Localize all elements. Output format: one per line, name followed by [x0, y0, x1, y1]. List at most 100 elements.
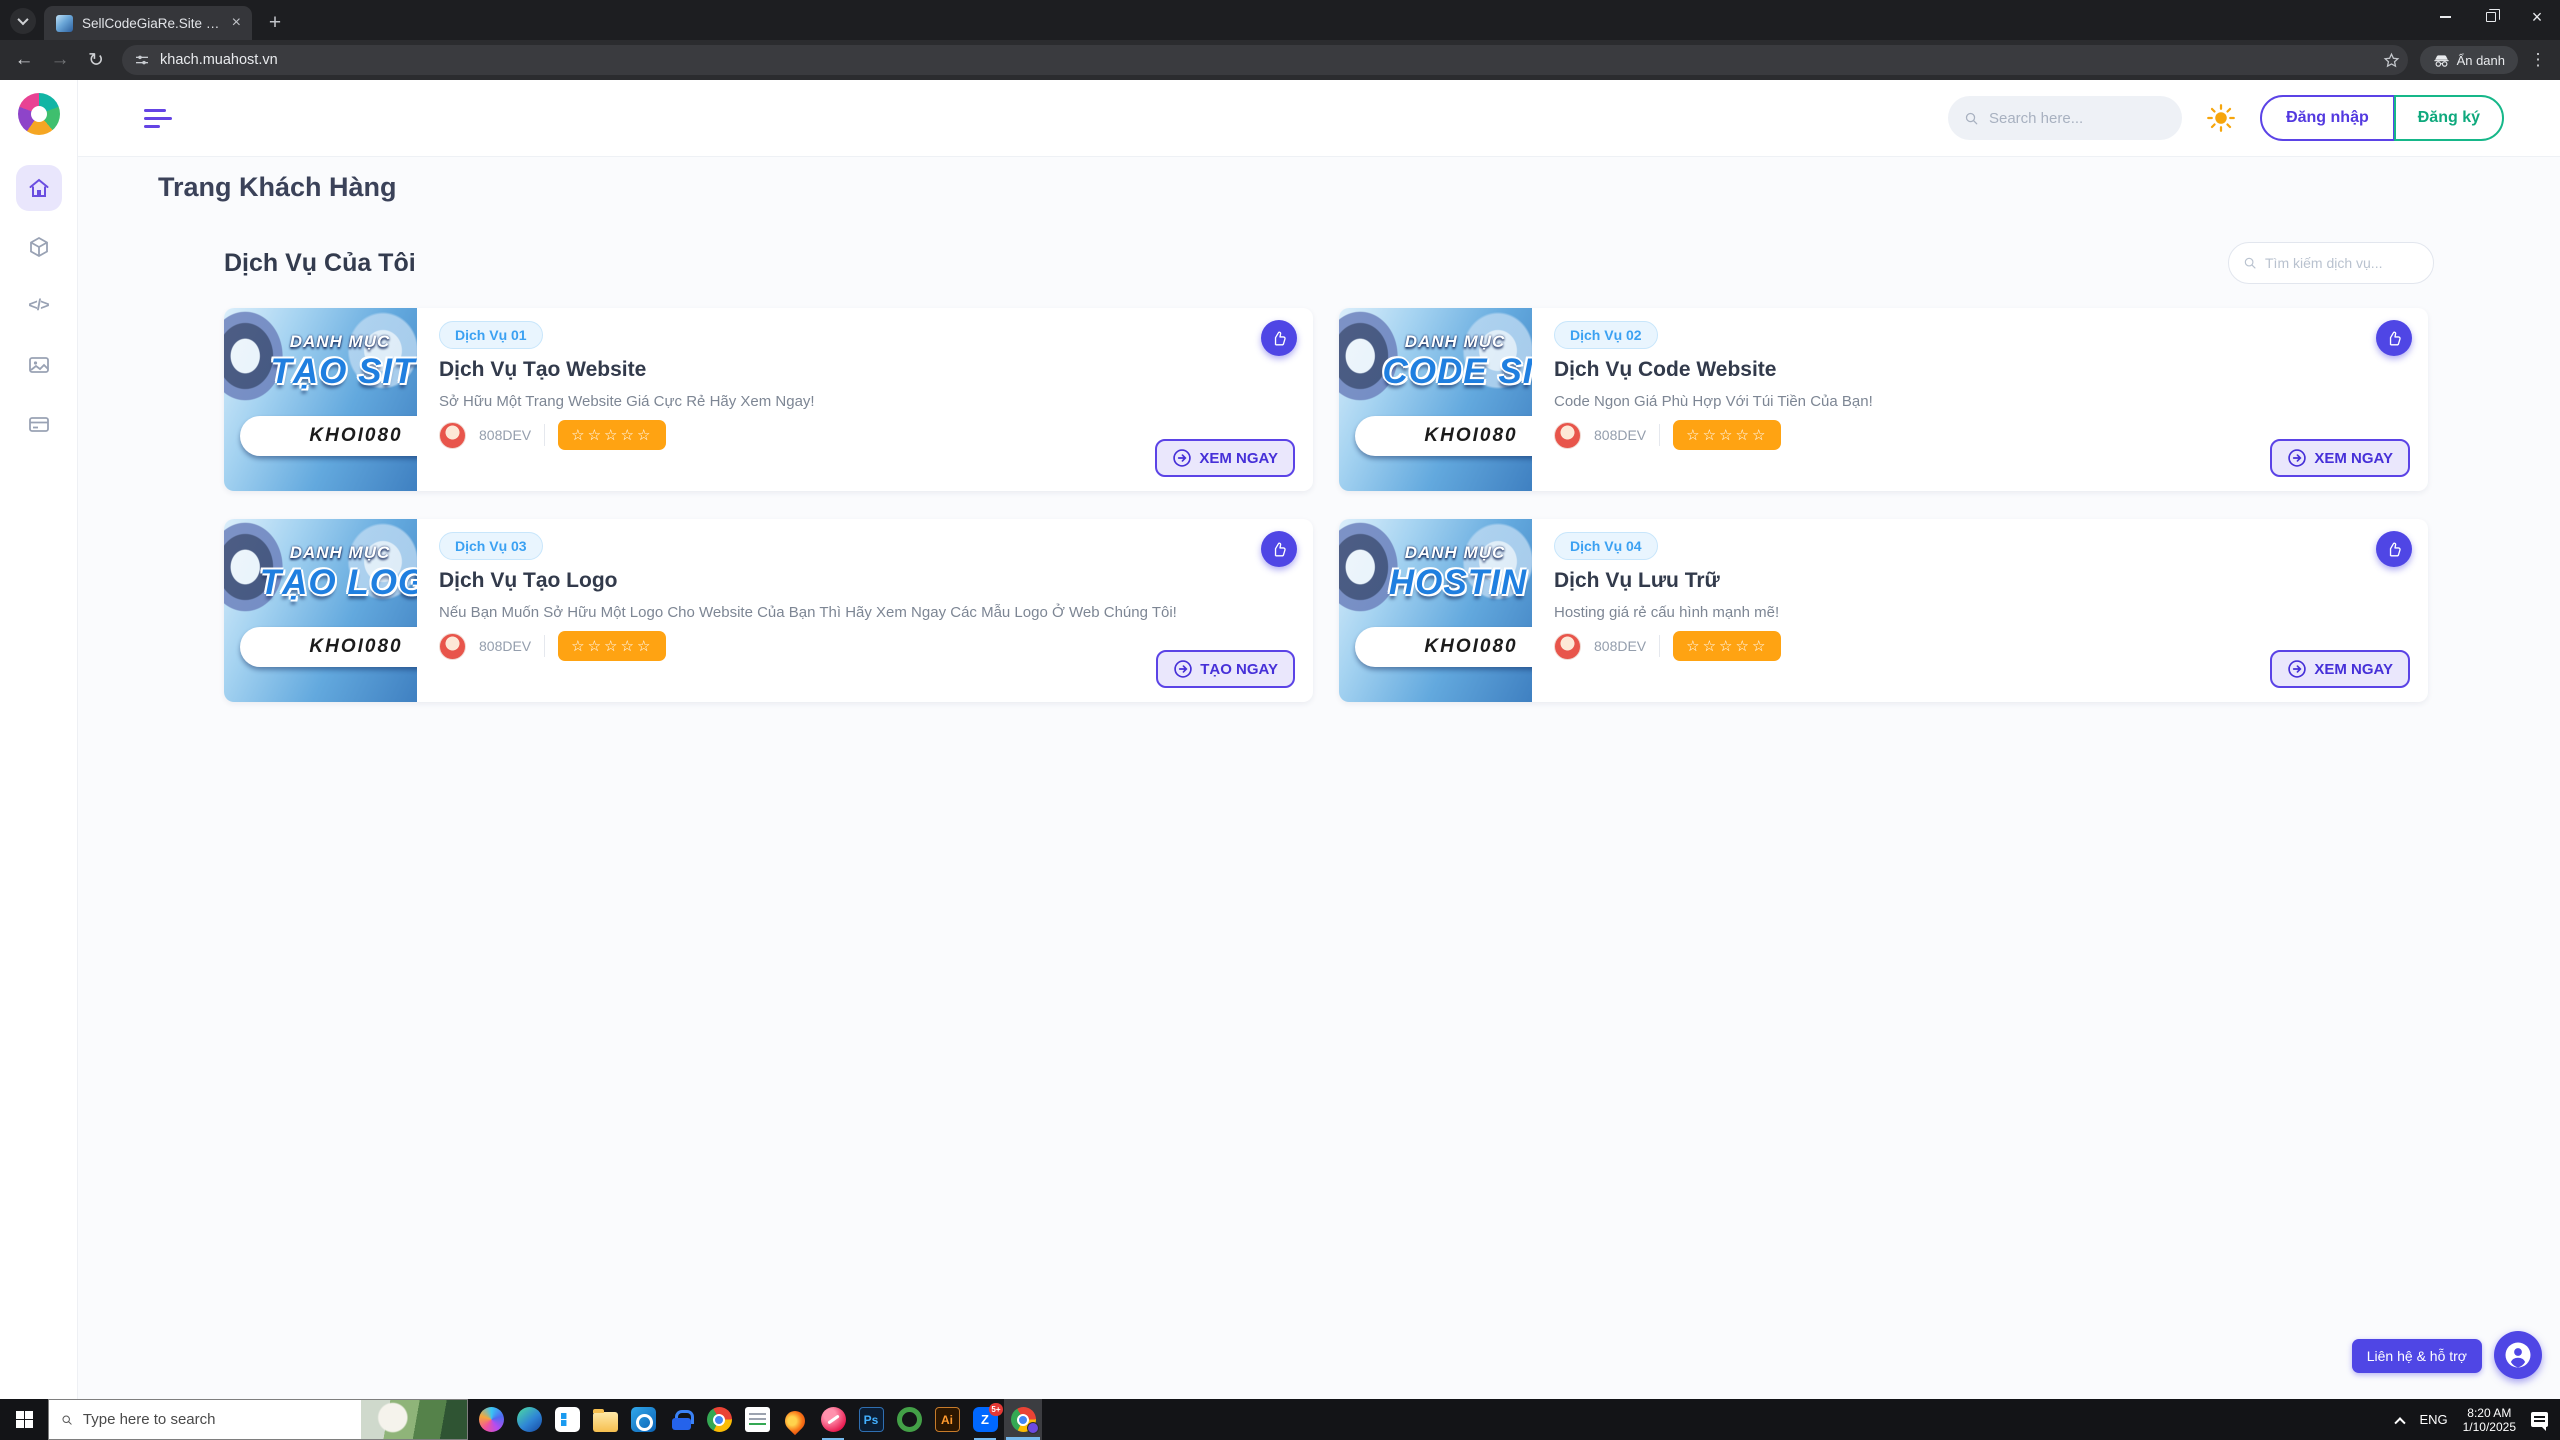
window-close-button[interactable]: × [2514, 0, 2560, 34]
taskbar-search-input[interactable] [83, 1411, 351, 1428]
clock[interactable]: 8:20 AM 1/10/2025 [2463, 1406, 2516, 1434]
search-icon [61, 1411, 73, 1429]
flame-icon [781, 1406, 809, 1434]
taskbar-item-flame-app[interactable] [776, 1399, 814, 1440]
service-description: Code Ngon Giá Phù Hợp Với Túi Tiền Của B… [1554, 393, 1873, 410]
header-search[interactable] [1948, 96, 2182, 140]
sidebar-item-code[interactable]: </> [16, 283, 62, 329]
search-highlight-image[interactable] [361, 1400, 467, 1439]
like-button[interactable] [2376, 320, 2412, 356]
window-restore-button[interactable] [2468, 0, 2514, 34]
header-search-input[interactable] [1989, 110, 2166, 127]
service-thumbnail: DANH MỤC TẠO SIT KHOI080 [224, 308, 417, 491]
search-icon [2243, 255, 2257, 271]
register-button[interactable]: Đăng ký [2394, 95, 2504, 141]
taskbar-item-chrome[interactable] [700, 1399, 738, 1440]
service-description: Sở Hữu Một Trang Website Giá Cực Rẻ Hãy … [439, 393, 815, 410]
view-now-button[interactable]: XEM NGAY [2270, 650, 2410, 688]
taskbar-item-outlook[interactable] [624, 1399, 662, 1440]
cta-label: TẠO NGAY [1200, 661, 1278, 678]
taskbar-item-explorer[interactable] [586, 1399, 624, 1440]
cta-label: XEM NGAY [2314, 450, 2393, 467]
sidebar-item-home[interactable] [16, 165, 62, 211]
arrow-circle-icon [2287, 659, 2307, 679]
sidebar-item-products[interactable] [16, 224, 62, 270]
like-button[interactable] [1261, 531, 1297, 567]
file-explorer-icon [593, 1412, 618, 1432]
taskbar-item-copilot[interactable] [472, 1399, 510, 1440]
view-now-button[interactable]: XEM NGAY [1155, 439, 1295, 477]
service-search[interactable] [2228, 242, 2434, 284]
service-title[interactable]: Dịch Vụ Lưu Trữ [1554, 569, 1720, 593]
taskbar-item-zalo[interactable]: Z5+ [966, 1399, 1004, 1440]
start-button[interactable] [0, 1399, 48, 1440]
new-tab-button[interactable]: + [262, 10, 288, 36]
bookmark-star-icon[interactable] [2383, 52, 2400, 69]
author-avatar [1554, 422, 1581, 449]
browser-toolbar: ← → ↻ khach.muahost.vn Ẩn danh ⋮ [0, 40, 2560, 80]
like-button[interactable] [1261, 320, 1297, 356]
browser-menu-button[interactable]: ⋮ [2526, 50, 2550, 70]
credit-card-icon [27, 412, 51, 436]
taskbar-item-red-app[interactable] [814, 1399, 852, 1440]
taskbar-item-photoshop[interactable]: Ps [852, 1399, 890, 1440]
theme-sun-icon[interactable] [2206, 103, 2236, 133]
service-search-input[interactable] [2265, 255, 2419, 271]
microsoft-store-icon [555, 1407, 580, 1432]
login-button[interactable]: Đăng nhập [2260, 95, 2395, 141]
taskbar-item-notes[interactable] [738, 1399, 776, 1440]
service-card[interactable]: DANH MỤC TẠO SIT KHOI080 Dịch Vụ 01 Dịch… [224, 308, 1313, 491]
thumb-text: CODE SI [1339, 352, 1532, 392]
taskbar-item-green-app[interactable] [890, 1399, 928, 1440]
tab-favicon-icon [56, 15, 73, 32]
address-bar[interactable]: khach.muahost.vn [122, 45, 2408, 75]
service-title[interactable]: Dịch Vụ Code Website [1554, 358, 1776, 382]
chrome-icon [707, 1407, 732, 1432]
service-thumbnail: DANH MỤC CODE SI KHOI080 [1339, 308, 1532, 491]
service-card[interactable]: DANH MỤC CODE SI KHOI080 Dịch Vụ 02 Dịch… [1339, 308, 2428, 491]
service-card[interactable]: DANH MỤC TẠO LOG KHOI080 Dịch Vụ 03 Dịch… [224, 519, 1313, 702]
language-indicator[interactable]: ENG [2419, 1412, 2447, 1427]
zalo-icon: Z5+ [973, 1407, 998, 1432]
reload-button[interactable]: ↻ [82, 49, 110, 72]
like-button[interactable] [2376, 531, 2412, 567]
tray-chevron-icon[interactable] [2395, 1417, 2406, 1428]
tab-title: SellCodeGiaRe.Site - Hệ Thống [82, 16, 220, 31]
tab-search-button[interactable] [10, 8, 36, 34]
taskbar-item-chrome-incognito[interactable] [1004, 1399, 1042, 1440]
taskbar-search[interactable] [48, 1399, 468, 1440]
site-logo-icon[interactable] [18, 93, 60, 135]
taskbar-item-lock-app[interactable] [662, 1399, 700, 1440]
sidebar-item-billing[interactable] [16, 401, 62, 447]
create-now-button[interactable]: TẠO NGAY [1156, 650, 1295, 688]
service-title[interactable]: Dịch Vụ Tạo Logo [439, 569, 618, 593]
menu-toggle-button[interactable] [144, 109, 172, 128]
cube-icon [27, 235, 51, 259]
site-info-icon[interactable] [134, 52, 150, 68]
thumbs-up-icon [1270, 540, 1289, 559]
minimize-icon [2440, 16, 2451, 18]
notes-icon [745, 1407, 770, 1432]
support-chat-button[interactable] [2494, 1331, 2542, 1379]
divider [1659, 424, 1660, 446]
taskbar-icons: Ps Ai Z5+ [472, 1399, 1042, 1440]
taskbar-item-illustrator[interactable]: Ai [928, 1399, 966, 1440]
back-button[interactable]: ← [10, 49, 38, 71]
window-minimize-button[interactable] [2422, 0, 2468, 34]
service-card[interactable]: DANH MỤC HOSTIN KHOI080 Dịch Vụ 04 Dịch … [1339, 519, 2428, 702]
forward-button[interactable]: → [46, 49, 74, 71]
taskbar-item-edge[interactable] [510, 1399, 548, 1440]
author-avatar [439, 422, 466, 449]
tab-close-icon[interactable]: × [229, 15, 244, 31]
cta-label: XEM NGAY [1199, 450, 1278, 467]
contact-support-button[interactable]: Liên hệ & hỗ trợ [2352, 1339, 2482, 1373]
thumb-text: DANH MỤC [1339, 332, 1532, 352]
divider [544, 635, 545, 657]
service-title[interactable]: Dịch Vụ Tạo Website [439, 358, 646, 382]
taskbar-item-store[interactable] [548, 1399, 586, 1440]
browser-tab[interactable]: SellCodeGiaRe.Site - Hệ Thống × [44, 6, 252, 40]
service-thumbnail: DANH MỤC TẠO LOG KHOI080 [224, 519, 417, 702]
view-now-button[interactable]: XEM NGAY [2270, 439, 2410, 477]
action-center-icon[interactable] [2531, 1412, 2548, 1427]
sidebar-item-gallery[interactable] [16, 342, 62, 388]
